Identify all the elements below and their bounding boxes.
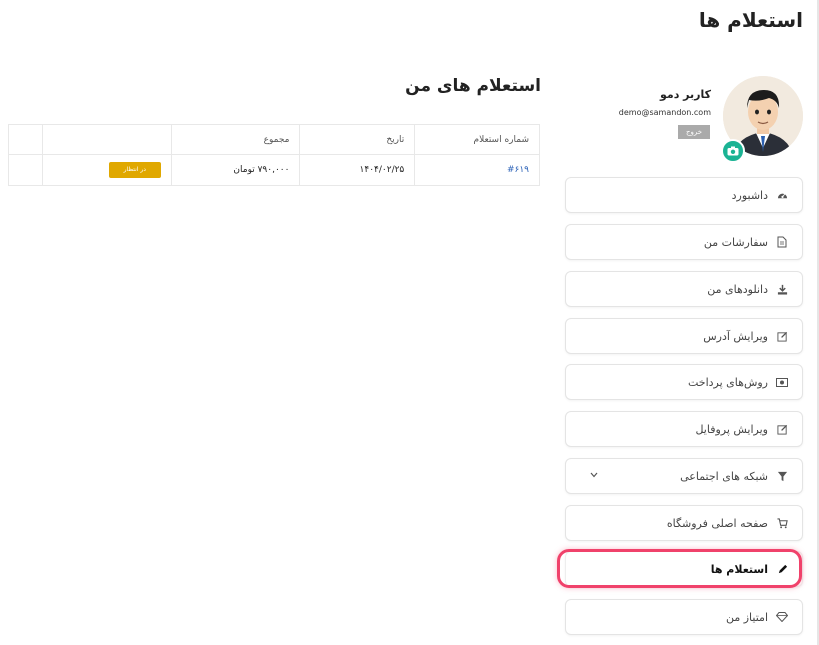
download-icon: [776, 283, 788, 295]
column-header-date: تاریخ: [299, 124, 416, 155]
inquiries-table: شماره استعلام تاریخ مجموع #۶۱۹ ۱۴۰۴/۰۲/۲…: [8, 124, 540, 186]
menu-item-payment-methods[interactable]: روش‌های پرداخت: [565, 364, 803, 400]
page-title: استعلام ها: [698, 8, 803, 32]
column-header-total: مجموع: [170, 124, 301, 155]
menu-item-label: ویرایش پروفایل: [695, 422, 768, 436]
pencil-icon: [776, 563, 788, 575]
menu-item-label: دانلودهای من: [707, 282, 768, 296]
table-header-row: شماره استعلام تاریخ مجموع: [8, 124, 540, 155]
filter-icon: [776, 470, 788, 482]
menu-item-dashboard[interactable]: داشبورد: [565, 177, 803, 213]
inquiry-number-cell: #۶۱۹: [414, 154, 540, 186]
menu-item-label: استعلام ها: [710, 562, 768, 576]
edit-icon: [776, 423, 788, 435]
menu-item-label: صفحه اصلی فروشگاه: [666, 516, 768, 530]
menu-item-social-networks[interactable]: شبکه های اجتماعی: [565, 458, 803, 494]
section-title: استعلام های من: [405, 76, 541, 96]
column-header-actions: [8, 124, 43, 155]
user-email: demo@samandon.com: [618, 108, 711, 117]
document-icon: [776, 236, 788, 248]
status-badge: در انتظار: [108, 162, 161, 178]
dashboard-icon: [776, 189, 788, 201]
inquiry-actions-cell: [8, 154, 43, 186]
column-header-status: [41, 124, 172, 155]
camera-icon[interactable]: [721, 139, 745, 163]
menu-item-label: ویرایش آدرس: [703, 329, 768, 343]
inquiry-number-link[interactable]: #۶۱۹: [507, 165, 529, 175]
inquiry-total: ۷۹۰,۰۰۰ تومان: [170, 154, 301, 186]
menu-item-edit-profile[interactable]: ویرایش پروفایل: [565, 411, 803, 447]
menu-item-label: سفارشات من: [703, 235, 768, 249]
menu-item-label: روش‌های پرداخت: [688, 375, 768, 389]
menu-item-my-points[interactable]: امتیاز من: [565, 599, 803, 635]
column-header-number: شماره استعلام: [414, 124, 540, 155]
menu-item-downloads[interactable]: دانلودهای من: [565, 271, 803, 307]
menu-item-orders[interactable]: سفارشات من: [565, 224, 803, 260]
chevron-down-icon[interactable]: [590, 471, 598, 481]
menu-item-edit-address[interactable]: ویرایش آدرس: [565, 318, 803, 354]
inquiry-status-cell: در انتظار: [41, 154, 172, 186]
menu-item-inquiries[interactable]: استعلام ها: [565, 551, 803, 587]
diamond-icon: [776, 611, 788, 623]
menu-item-label: امتیاز من: [725, 610, 768, 624]
money-icon: [776, 376, 788, 388]
inquiry-date: ۱۴۰۴/۰۲/۲۵: [299, 154, 416, 186]
menu-item-label: داشبورد: [731, 188, 768, 202]
user-name: کاربر دمو: [659, 88, 711, 101]
edit-icon: [776, 330, 788, 342]
logout-button[interactable]: خروج: [678, 125, 710, 139]
table-row: #۶۱۹ ۱۴۰۴/۰۲/۲۵ ۷۹۰,۰۰۰ تومان در انتظار: [8, 154, 540, 186]
menu-item-shop-home[interactable]: صفحه اصلی فروشگاه: [565, 505, 803, 541]
menu-item-label: شبکه های اجتماعی: [680, 469, 768, 483]
cart-icon: [776, 517, 788, 529]
